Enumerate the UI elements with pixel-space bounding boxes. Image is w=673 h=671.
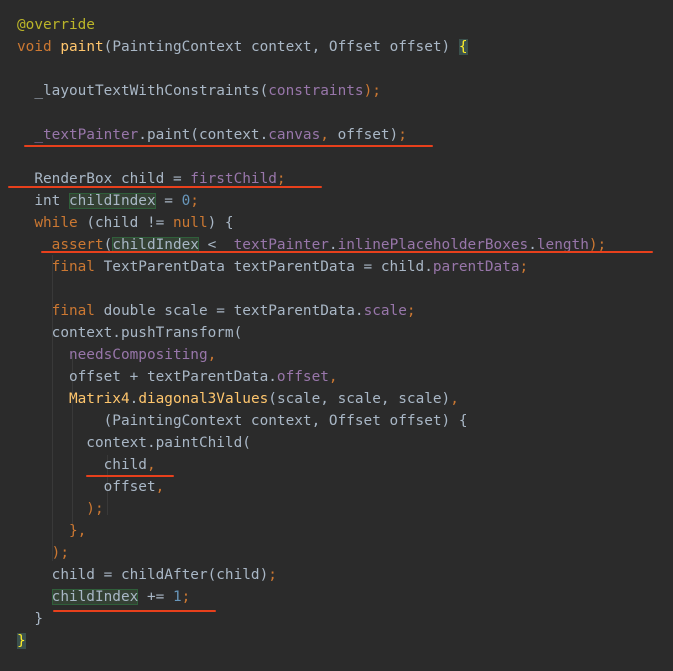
code-token: final	[17, 303, 104, 319]
code-token: paint	[60, 39, 104, 55]
code-token: ;	[190, 193, 199, 209]
code-token: }	[17, 633, 26, 649]
code-token: +=	[138, 589, 173, 605]
code-line[interactable]: child = childAfter(child);	[17, 564, 277, 586]
code-token: ;	[519, 259, 529, 275]
red-underline-renderbox-child	[8, 186, 322, 188]
code-token: ;	[276, 171, 286, 187]
code-token: while	[17, 215, 87, 231]
code-line[interactable]: offset,	[17, 476, 165, 498]
code-token: parentData	[432, 259, 520, 275]
red-underline-paint-child	[86, 475, 174, 477]
code-line[interactable]: Matrix4.diagonal3Values(scale, scale, sc…	[17, 388, 459, 410]
code-token: },	[17, 523, 87, 539]
code-token: .paint(context.	[138, 127, 269, 143]
red-underline-textpainter-paint	[24, 145, 433, 147]
code-token: constraints	[268, 83, 364, 99]
red-underline-child-index-increment	[53, 610, 216, 612]
code-line[interactable]: }	[17, 630, 26, 652]
code-token: scale	[363, 303, 407, 319]
code-token: 1	[172, 589, 182, 605]
code-token: @override	[17, 17, 95, 33]
code-token: .	[129, 391, 139, 407]
code-line[interactable]: @override	[17, 14, 95, 36]
code-line[interactable]: }	[17, 608, 43, 630]
code-line[interactable]: },	[17, 520, 86, 542]
code-token: childIndex	[68, 193, 156, 209]
code-token: diagonal3Values	[138, 391, 269, 407]
code-line[interactable]: final TextParentData textParentData = ch…	[17, 256, 529, 278]
code-token: context.paintChild(	[17, 435, 251, 451]
code-token: }	[17, 611, 43, 627]
code-token: Matrix4	[68, 391, 130, 407]
code-token: );	[363, 83, 381, 99]
code-token: needsCompositing	[68, 347, 208, 363]
code-token: double scale = textParentData.	[103, 303, 364, 319]
code-token: child = childAfter(child)	[17, 567, 269, 583]
code-token: (child !=	[86, 215, 173, 231]
code-token: _layoutTextWithConstraints(	[17, 83, 269, 99]
code-line[interactable]: int childIndex = 0;	[17, 190, 199, 212]
code-token: ,	[320, 127, 338, 143]
code-token: (PaintingContext context, Offset offset)…	[17, 413, 468, 429]
code-token: ;	[398, 127, 407, 143]
code-line[interactable]: );	[17, 542, 69, 564]
red-underline-assert	[41, 251, 653, 253]
code-token: void	[17, 39, 61, 55]
code-line[interactable]: final double scale = textParentData.scal…	[17, 300, 416, 322]
code-token: offset)	[337, 127, 399, 143]
code-token: child	[17, 457, 147, 473]
code-token: ,	[328, 369, 338, 385]
code-token: ;	[181, 589, 191, 605]
code-line[interactable]: needsCompositing,	[17, 344, 216, 366]
code-token: TextParentData textParentData = child.	[103, 259, 433, 275]
code-line[interactable]: _textPainter.paint(context.canvas, offse…	[17, 124, 407, 146]
code-token: context.pushTransform(	[17, 325, 243, 341]
code-token: int	[17, 193, 69, 209]
code-line[interactable]: offset + textParentData.offset,	[17, 366, 338, 388]
code-token: RenderBox child =	[17, 171, 191, 187]
code-token: (PaintingContext context, Offset offset)	[103, 39, 459, 55]
code-token: ,	[450, 391, 459, 407]
code-line[interactable]: childIndex += 1;	[17, 586, 190, 608]
code-token: );	[17, 545, 69, 561]
code-token: =	[155, 193, 182, 209]
code-token: ;	[268, 567, 277, 583]
code-token: _textPainter	[34, 127, 139, 143]
code-token: null	[172, 215, 208, 231]
code-token: canvas	[268, 127, 321, 143]
code-token: offset + textParentData.	[17, 369, 277, 385]
code-token: final	[17, 259, 104, 275]
code-line[interactable]: );	[17, 498, 104, 520]
code-line[interactable]: context.paintChild(	[17, 432, 251, 454]
code-token: (scale, scale, scale)	[268, 391, 451, 407]
code-token: offset	[17, 479, 156, 495]
code-token: offset	[276, 369, 329, 385]
code-line[interactable]: void paint(PaintingContext context, Offs…	[17, 36, 468, 58]
code-token: firstChild	[190, 171, 277, 187]
code-line[interactable]: context.pushTransform(	[17, 322, 243, 344]
code-token: 0	[181, 193, 191, 209]
code-token: {	[458, 39, 468, 55]
code-line[interactable]: while (child != null) {	[17, 212, 234, 234]
code-token: ,	[155, 479, 165, 495]
code-token: );	[17, 501, 104, 517]
code-token: childIndex	[51, 589, 139, 605]
code-token: ;	[406, 303, 416, 319]
code-token: ,	[207, 347, 217, 363]
code-token: ,	[146, 457, 156, 473]
code-line[interactable]: (PaintingContext context, Offset offset)…	[17, 410, 468, 432]
code-editor[interactable]: @override void paint(PaintingContext cont…	[0, 0, 673, 671]
code-line[interactable]: child,	[17, 454, 156, 476]
code-line[interactable]: _layoutTextWithConstraints(constraints);	[17, 80, 381, 102]
code-token: ) {	[207, 215, 234, 231]
